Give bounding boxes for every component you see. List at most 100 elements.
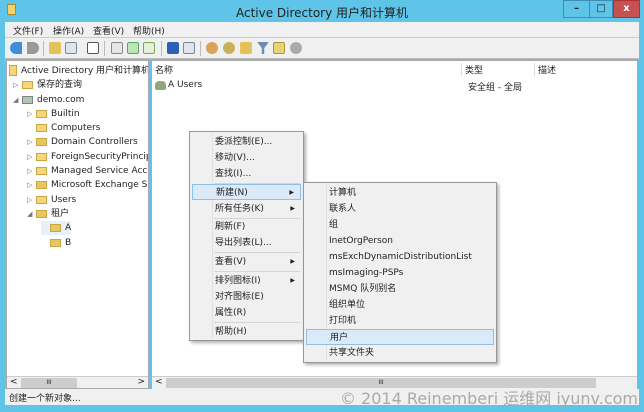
add-to-group-icon[interactable] xyxy=(290,42,302,54)
menu-bar: 文件(F) 操作(A) 查看(V) 帮助(H) xyxy=(5,22,639,38)
scroll-right-button[interactable]: > xyxy=(137,377,145,387)
submenu-item-computer[interactable]: 计算机 xyxy=(306,185,494,201)
menu-item-delegate[interactable]: 委派控制(E)... xyxy=(192,134,301,150)
expander-icon[interactable]: ▷ xyxy=(27,150,36,164)
submenu-item-shared-folder[interactable]: 共享文件夹 xyxy=(306,345,494,361)
scroll-left-button[interactable]: < xyxy=(10,377,18,387)
expander-icon[interactable]: ▷ xyxy=(27,178,36,192)
find-icon[interactable] xyxy=(273,42,285,54)
filter-icon[interactable] xyxy=(257,42,269,54)
tree-label: Managed Service Accounts xyxy=(51,166,148,176)
expander-icon[interactable]: ▷ xyxy=(27,107,36,121)
menu-action[interactable]: 操作(A) xyxy=(53,24,84,37)
tree-item-exchange[interactable]: ▷ Microsoft Exchange Security Groups xyxy=(27,178,148,192)
show-tree-icon[interactable] xyxy=(65,42,77,54)
submenu-item-contact[interactable]: 联系人 xyxy=(306,201,494,217)
tree-item-tenant[interactable]: ◢ 租户 xyxy=(27,207,69,221)
new-group-icon[interactable] xyxy=(223,42,235,54)
export-icon[interactable] xyxy=(143,42,155,54)
maximize-button[interactable]: □ xyxy=(589,0,613,18)
tree-root[interactable]: Active Directory 用户和计算机 xyxy=(9,64,148,78)
menu-item-refresh[interactable]: 刷新(F) xyxy=(192,219,301,235)
menu-item-line-up-icons[interactable]: 对齐图标(E) xyxy=(192,289,301,305)
refresh-icon[interactable] xyxy=(127,42,139,54)
tree-item-saved-queries[interactable]: ▷ 保存的查询 xyxy=(13,78,82,92)
expander-icon[interactable]: ▷ xyxy=(27,164,36,178)
submenu-item-user[interactable]: 用户 xyxy=(306,329,494,345)
properties-icon[interactable] xyxy=(111,42,123,54)
submenu-arrow-icon: ▶ xyxy=(290,277,295,284)
scroll-thumb[interactable]: III xyxy=(21,378,77,388)
tree-item-users[interactable]: ▷ Users xyxy=(27,193,76,207)
menu-item-help[interactable]: 帮助(H) xyxy=(192,324,301,340)
close-button[interactable]: x xyxy=(613,0,640,18)
column-header-description[interactable]: 描述 xyxy=(538,63,628,76)
scroll-left-button[interactable]: < xyxy=(155,377,163,387)
column-header-type[interactable]: 类型 xyxy=(465,63,535,76)
tree-hscrollbar[interactable]: < III > xyxy=(7,376,148,388)
new-user-icon[interactable] xyxy=(206,42,218,54)
submenu-arrow-icon: ▶ xyxy=(290,258,295,265)
tree-label: demo.com xyxy=(37,95,85,105)
table-row[interactable]: A Users 安全组 - 全局 xyxy=(155,79,625,93)
submenu-item-group[interactable]: 组 xyxy=(306,217,494,233)
menu-item-move[interactable]: 移动(V)... xyxy=(192,150,301,166)
tree-item-builtin[interactable]: ▷ Builtin xyxy=(27,107,80,121)
tree-label: Users xyxy=(51,195,77,205)
folder-icon xyxy=(36,166,47,175)
menu-item-properties[interactable]: 属性(R) xyxy=(192,305,301,321)
tree-item-a[interactable]: A xyxy=(41,221,72,235)
submenu-item-inetorgperson[interactable]: InetOrgPerson xyxy=(306,233,494,249)
folder-icon xyxy=(36,152,47,161)
menu-file[interactable]: 文件(F) xyxy=(13,24,43,37)
ou-icon xyxy=(36,209,47,218)
expander-icon[interactable]: ▷ xyxy=(27,193,36,207)
ou-icon xyxy=(50,238,61,247)
tree-label: B xyxy=(65,238,72,248)
tree-item-b[interactable]: B xyxy=(41,236,71,250)
menu-item-arrange-icons[interactable]: 排列图标(I) ▶ xyxy=(192,273,301,289)
menu-view[interactable]: 查看(V) xyxy=(93,24,124,37)
submenu-item-msimaging[interactable]: msImaging-PSPs xyxy=(306,265,494,281)
expander-icon[interactable]: ▷ xyxy=(13,78,22,92)
forward-icon[interactable] xyxy=(27,42,39,54)
submenu-item-printer[interactable]: 打印机 xyxy=(306,313,494,329)
menu-item-view[interactable]: 查看(V) ▶ xyxy=(192,254,301,270)
tree-pane: Active Directory 用户和计算机 ▷ 保存的查询 ◢ demo.com… xyxy=(6,60,149,389)
submenu-item-msmq-alias[interactable]: MSMQ 队列别名 xyxy=(306,281,494,297)
minimize-button[interactable]: – xyxy=(563,0,590,18)
clipboard-icon[interactable] xyxy=(87,42,99,54)
menu-help[interactable]: 帮助(H) xyxy=(133,24,165,37)
back-icon[interactable] xyxy=(10,42,22,54)
submenu-item-dynamic-dl[interactable]: msExchDynamicDistributionList xyxy=(306,249,494,265)
folder-icon xyxy=(36,123,47,132)
folder-icon xyxy=(22,80,33,89)
tree-item-computers[interactable]: Computers xyxy=(27,121,100,135)
help-icon[interactable] xyxy=(167,42,179,54)
action-pane-icon[interactable] xyxy=(183,42,195,54)
folder-icon xyxy=(36,195,47,204)
folder-icon xyxy=(36,109,47,118)
submenu-arrow-icon: ▶ xyxy=(290,205,295,212)
tree-item-managed-service[interactable]: ▷ Managed Service Accounts xyxy=(27,164,148,178)
tree-label: A xyxy=(65,223,72,233)
tree-item-foreign-security[interactable]: ▷ ForeignSecurityPrincipals xyxy=(27,150,148,164)
menu-item-new[interactable]: 新建(N) ▶ xyxy=(192,184,301,200)
expander-icon[interactable]: ◢ xyxy=(13,93,22,107)
column-header-name[interactable]: 名称 xyxy=(155,63,462,76)
menu-label: 新建(N) xyxy=(216,188,248,198)
submenu-item-ou[interactable]: 组织单位 xyxy=(306,297,494,313)
new-ou-icon[interactable] xyxy=(240,42,252,54)
tree-item-domain-controllers[interactable]: ▷ Domain Controllers xyxy=(27,135,138,149)
ou-icon xyxy=(36,137,47,146)
ou-icon xyxy=(36,180,47,189)
menu-label: 所有任务(K) xyxy=(215,204,264,214)
menu-item-all-tasks[interactable]: 所有任务(K) ▶ xyxy=(192,201,301,217)
tree-label: Domain Controllers xyxy=(51,137,138,147)
up-folder-icon[interactable] xyxy=(49,42,61,54)
menu-item-find[interactable]: 查找(I)... xyxy=(192,166,301,182)
expander-icon[interactable]: ▷ xyxy=(27,135,36,149)
menu-item-export-list[interactable]: 导出列表(L)... xyxy=(192,235,301,251)
expander-icon[interactable]: ◢ xyxy=(27,207,36,221)
tree-item-domain[interactable]: ◢ demo.com xyxy=(13,93,84,107)
